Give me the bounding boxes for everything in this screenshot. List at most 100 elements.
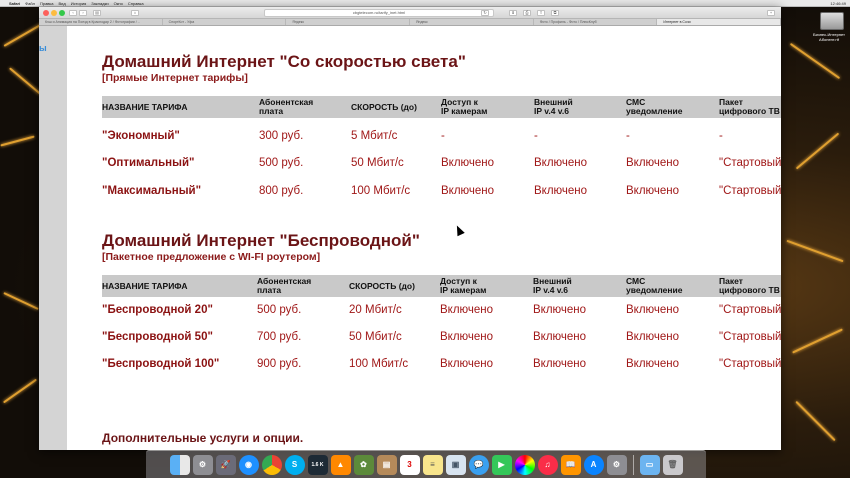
header-external-ip: Внешний IP v.4 v.6 (533, 276, 572, 295)
menu-app-name[interactable]: Safari (9, 1, 20, 6)
tariff-speed: 100 Мбит/с (351, 185, 411, 197)
tariff-ip-cameras: Включено (440, 304, 494, 316)
rocket-icon[interactable]: 🚀 (215, 454, 236, 475)
header-tariff-name: НАЗВАНИЕ ТАРИФА (102, 102, 188, 112)
browser-window: ‹ › ▤ ⌂ cbgtelecom.ru/tarify_inet.html ↻… (39, 7, 782, 450)
skype-icon[interactable]: S (284, 454, 305, 475)
minimize-window-button[interactable] (51, 10, 57, 16)
launchpad-icon[interactable]: ⚙ (192, 454, 213, 475)
tariff-name: "Экономный" (102, 130, 180, 142)
sidebar-button[interactable]: ▤ (93, 10, 101, 16)
safari-icon[interactable]: ◉ (238, 454, 259, 475)
table-row: "Беспроводной 20" 500 руб. 20 Мбит/с Вкл… (102, 304, 781, 320)
menu-item-file[interactable]: Файл (25, 1, 35, 6)
tab-5[interactable]: Фото / Профиль - Фото / ПлюсКлуб (534, 19, 658, 25)
header-external-ip: Внешний IP v.4 v.6 (534, 97, 573, 116)
settings-icon[interactable]: ⚙ (606, 454, 627, 475)
back-button[interactable]: ‹ (69, 10, 77, 16)
home-button[interactable]: ⌂ (131, 10, 139, 16)
tariff-name: "Максимальный" (102, 185, 202, 197)
vlc-icon[interactable]: ▲ (330, 454, 351, 475)
tab-2[interactable]: СпортКот - Уфа (163, 19, 287, 25)
branch-decoration (795, 132, 840, 170)
new-tab-button[interactable]: + (767, 10, 775, 16)
header-sms: СМС уведомление (626, 276, 683, 295)
menu-item-history[interactable]: История (71, 1, 87, 6)
speedtest-icon[interactable]: 1.6 K (307, 454, 328, 475)
forward-button[interactable]: › (79, 10, 87, 16)
photos-icon[interactable] (514, 454, 535, 475)
branch-decoration (786, 239, 844, 263)
tab-1[interactable]: Кэш и Анимация на Поезд в Краснодар 2 / … (39, 19, 163, 25)
tariff-speed: 50 Мбит/с (349, 331, 402, 343)
additional-services-heading[interactable]: Дополнительные услуги и опции. (102, 431, 303, 445)
share-button[interactable]: ⇪ (537, 10, 545, 16)
chrome-icon[interactable] (261, 454, 282, 475)
tariff-external-ip: Включено (533, 304, 587, 316)
table-row: "Оптимальный" 500 руб. 50 Мбит/с Включен… (102, 157, 781, 173)
tariff-fee: 900 руб. (257, 358, 302, 370)
reload-icon[interactable]: ↻ (481, 10, 489, 16)
tariff-fee: 700 руб. (257, 331, 302, 343)
maximize-window-button[interactable] (59, 10, 65, 16)
menu-item-window[interactable]: Окно (114, 1, 123, 6)
tariff-external-ip: Включено (534, 157, 588, 169)
tariff-external-ip: Включено (533, 358, 587, 370)
imageviewer-icon[interactable]: ✿ (353, 454, 374, 475)
folder-icon[interactable]: ▭ (639, 454, 660, 475)
menu-clock[interactable]: 12:46:49 (830, 1, 846, 6)
tab-3[interactable]: Яндекс (286, 19, 411, 25)
table-row: "Беспроводной 50" 700 руб. 50 Мбит/с Вкл… (102, 331, 781, 347)
trash-icon[interactable]: 🗑 (662, 454, 683, 475)
speedtest-text: 1.6 K (311, 461, 324, 468)
appstore-icon[interactable]: A (583, 454, 604, 475)
tariff-ip-cameras: Включено (440, 331, 494, 343)
page-side-panel (39, 26, 67, 450)
page-content: ы Домашний Интернет "Со скоростью света"… (39, 26, 781, 450)
calendar-icon[interactable]: 3 (399, 454, 420, 475)
page-side-text[interactable]: ы (39, 43, 47, 53)
facetime-icon[interactable]: ▶ (491, 454, 512, 475)
finder-icon[interactable] (169, 454, 190, 475)
section2-table-header: НАЗВАНИЕ ТАРИФА Абонентская плата СКОРОС… (102, 275, 781, 297)
desktop-file-icon[interactable] (820, 12, 844, 30)
tariff-tv: "Стартовый" (719, 331, 781, 343)
downloads-button[interactable]: ⬇ (509, 10, 517, 16)
tariff-sms: Включено (626, 304, 680, 316)
itunes-icon[interactable]: ♫ (537, 454, 558, 475)
tariff-ip-cameras: Включено (441, 185, 495, 197)
section1-subtitle: [Прямые Интернет тарифы] (102, 72, 248, 84)
ibooks-icon[interactable]: 📖 (560, 454, 581, 475)
tariff-fee: 300 руб. (259, 130, 304, 142)
menu-item-edit[interactable]: Правка (40, 1, 54, 6)
notes-icon[interactable]: ≡ (422, 454, 443, 475)
branch-decoration (9, 67, 41, 95)
tariff-sms: Включено (626, 358, 680, 370)
header-sms: СМС уведомление (626, 97, 683, 116)
tariff-tv: "Стартовый" (719, 185, 781, 197)
section1-title: Домашний Интернет "Со скоростью света" (102, 52, 466, 71)
table-row: "Максимальный" 800 руб. 100 Мбит/с Включ… (102, 185, 781, 201)
tariff-name: "Беспроводной 100" (102, 358, 220, 370)
messages-icon[interactable]: 💬 (468, 454, 489, 475)
preview-icon[interactable]: ▣ (445, 454, 466, 475)
menu-bar: Safari Файл Правка Вид История Закладки … (0, 0, 850, 7)
address-bar[interactable]: cbgtelecom.ru/tarify_inet.html (264, 9, 494, 17)
tariff-speed: 20 Мбит/с (349, 304, 402, 316)
tabs-overview-button[interactable]: ⧉ (551, 10, 559, 16)
print-button[interactable]: ⎙ (523, 10, 531, 16)
menu-item-view[interactable]: Вид (58, 1, 65, 6)
section1-table-header: НАЗВАНИЕ ТАРИФА Абонентская плата СКОРОС… (102, 96, 781, 118)
tab-4[interactable]: Яндекс (410, 19, 534, 25)
tariff-sms: Включено (626, 185, 680, 197)
close-window-button[interactable] (43, 10, 49, 16)
tariff-external-ip: Включено (533, 331, 587, 343)
tab-bar: Кэш и Анимация на Поезд в Краснодар 2 / … (39, 19, 782, 26)
contacts-icon[interactable]: ▤ (376, 454, 397, 475)
tab-active[interactable]: Интернет в Сочи (657, 19, 782, 25)
menu-item-bookmarks[interactable]: Закладки (91, 1, 108, 6)
menu-item-help[interactable]: Справка (128, 1, 144, 6)
tariff-sms: Включено (626, 331, 680, 343)
tariff-sms: - (626, 130, 630, 142)
section2-title: Домашний Интернет "Беспроводной" (102, 231, 420, 250)
